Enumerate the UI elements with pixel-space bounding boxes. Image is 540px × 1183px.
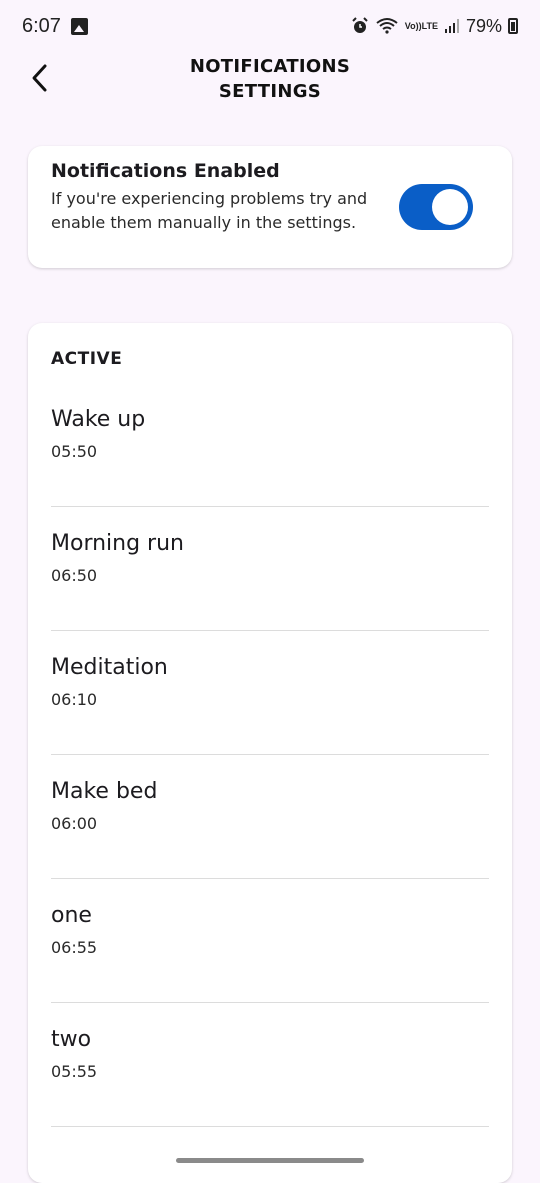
item-name: one [51, 903, 92, 928]
volte-line1: Vo)) [404, 20, 422, 31]
volte-icon: Vo)) LTE [404, 20, 438, 31]
item-name: two [51, 1027, 92, 1052]
active-notifications-card: ACTIVE Wake up 05:50 Morning run 06:50 M… [28, 323, 512, 1183]
item-name: Meditation [51, 655, 168, 680]
item-name: Morning run [51, 531, 184, 556]
notifications-title: Notifications Enabled [51, 160, 280, 182]
item-time: 06:10 [51, 690, 98, 709]
list-item[interactable]: Meditation 06:10 [51, 631, 489, 755]
list-item[interactable]: Make bed 06:00 [51, 755, 489, 879]
status-right: Vo)) LTE 79% [351, 16, 518, 37]
notification-list: Wake up 05:50 Morning run 06:50 Meditati… [51, 383, 489, 1127]
home-indicator[interactable] [176, 1158, 364, 1163]
signal-icon [444, 18, 460, 34]
battery-icon [508, 18, 518, 34]
battery-percent: 79% [465, 15, 502, 36]
section-label-active: ACTIVE [51, 349, 123, 369]
item-time: 06:55 [51, 938, 98, 957]
gallery-icon [70, 17, 88, 35]
wifi-icon [375, 17, 399, 35]
notifications-description: If you're experiencing problems try and … [51, 189, 368, 232]
page-title: NOTIFICATIONS SETTINGS [189, 56, 351, 102]
item-name: Wake up [51, 407, 146, 432]
list-item[interactable]: one 06:55 [51, 879, 489, 1003]
item-name: Make bed [51, 779, 158, 804]
list-item[interactable]: Morning run 06:50 [51, 507, 489, 631]
notifications-toggle[interactable] [399, 184, 473, 230]
app-header: NOTIFICATIONS SETTINGS [0, 52, 540, 122]
chevron-left-icon [32, 64, 47, 92]
volte-line2: LTE [421, 20, 438, 31]
item-time: 06:00 [51, 814, 98, 833]
notifications-card: Notifications Enabled If you're experien… [28, 146, 512, 268]
item-time: 05:55 [51, 1062, 98, 1081]
back-button[interactable] [22, 60, 58, 96]
status-left: 6:07 [22, 15, 88, 38]
status-time: 6:07 [22, 14, 61, 37]
alarm-icon [351, 17, 369, 35]
list-item[interactable]: Wake up 05:50 [51, 383, 489, 507]
status-bar: 6:07 Vo)) LTE 79% [0, 0, 540, 52]
item-time: 06:50 [51, 566, 98, 585]
toggle-knob [432, 189, 468, 225]
list-item[interactable]: two 05:55 [51, 1003, 489, 1127]
item-time: 05:50 [51, 442, 98, 461]
